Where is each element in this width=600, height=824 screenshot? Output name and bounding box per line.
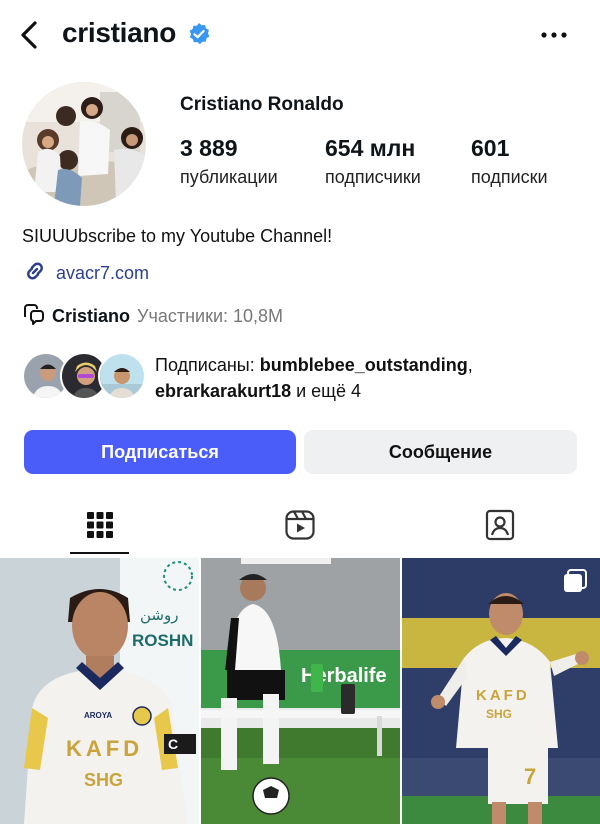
channel-name: Cristiano	[52, 306, 131, 326]
tile1-logo-text: روشن	[140, 606, 178, 624]
tab-reels[interactable]	[200, 498, 400, 556]
stat-posts-label: публикации	[180, 167, 278, 187]
mutual-user-2[interactable]: ebrarkarakurt18	[155, 381, 291, 401]
profile-full-name: Cristiano Ronaldo	[180, 94, 344, 115]
profile-username: cristiano	[62, 17, 177, 48]
post-tile[interactable]: روشن ROSHN C AROYA KAFD SHG	[0, 558, 199, 824]
post-tile[interactable]: Herbalife	[201, 558, 400, 824]
active-tab-indicator	[70, 552, 129, 554]
stat-followers-label: подписчики	[325, 167, 421, 187]
stat-following-label: подписки	[471, 167, 548, 187]
mutual-avatars[interactable]	[22, 352, 146, 402]
tile1-sponsor-text: ROSHN	[132, 631, 193, 650]
broadcast-channel[interactable]: Cristiano Участники: 10,8M	[22, 302, 283, 331]
post-tile[interactable]: KAFD SHG 7	[402, 558, 600, 824]
stat-followers[interactable]: 654 млн подписчики	[325, 134, 421, 189]
stat-posts[interactable]: 3 889 публикации	[180, 134, 278, 189]
tile1-kit-text: KAFD	[66, 736, 143, 761]
tile3-kit-text: KAFD	[476, 687, 530, 704]
tab-tagged[interactable]	[400, 498, 600, 556]
profile-avatar[interactable]	[22, 82, 146, 206]
message-button[interactable]: Сообщение	[304, 430, 577, 474]
follow-button[interactable]: Подписаться	[24, 430, 296, 474]
channel-members: Участники: 10,8M	[137, 306, 284, 326]
reels-icon	[284, 509, 316, 546]
mutual-avatar	[98, 352, 146, 400]
profile-tabs	[0, 498, 600, 556]
grid-icon	[86, 511, 114, 544]
tagged-user-icon	[484, 509, 516, 546]
tile3-kit-sponsor: SHG	[486, 707, 512, 721]
stat-followers-value: 654 млн	[325, 135, 416, 161]
mutual-prefix: Подписаны:	[155, 355, 260, 375]
link-icon	[22, 258, 56, 289]
profile-bio: SIUUUbscribe to my Youtube Channel!	[22, 226, 333, 246]
mutual-followers-text[interactable]: Подписаны: bumblebee_outstanding, ebrark…	[155, 352, 473, 404]
tab-grid[interactable]	[0, 498, 200, 556]
mutual-sep: ,	[467, 355, 473, 375]
mutual-user-1[interactable]: bumblebee_outstanding	[260, 355, 468, 375]
posts-grid: روشن ROSHN C AROYA KAFD SHG Herbalife KA…	[0, 558, 600, 824]
top-bar: cristiano	[0, 0, 600, 70]
svg-text:7: 7	[524, 764, 536, 789]
channel-icon	[22, 302, 46, 331]
stat-following-value: 601	[471, 135, 510, 161]
tile1-kit-sponsor: SHG	[84, 770, 123, 790]
tile1-kit-brand: AROYA	[84, 711, 112, 720]
stat-posts-value: 3 889	[180, 135, 238, 161]
mutual-suffix: и ещё 4	[291, 381, 361, 401]
profile-link[interactable]: avacr7.com	[22, 258, 149, 289]
svg-text:C: C	[168, 736, 178, 752]
more-dots-icon[interactable]	[536, 24, 572, 46]
chevron-left-icon[interactable]	[14, 18, 46, 52]
verified-badge-icon	[187, 22, 211, 46]
profile-link-text: avacr7.com	[56, 263, 150, 283]
stat-following[interactable]: 601 подписки	[471, 134, 548, 189]
